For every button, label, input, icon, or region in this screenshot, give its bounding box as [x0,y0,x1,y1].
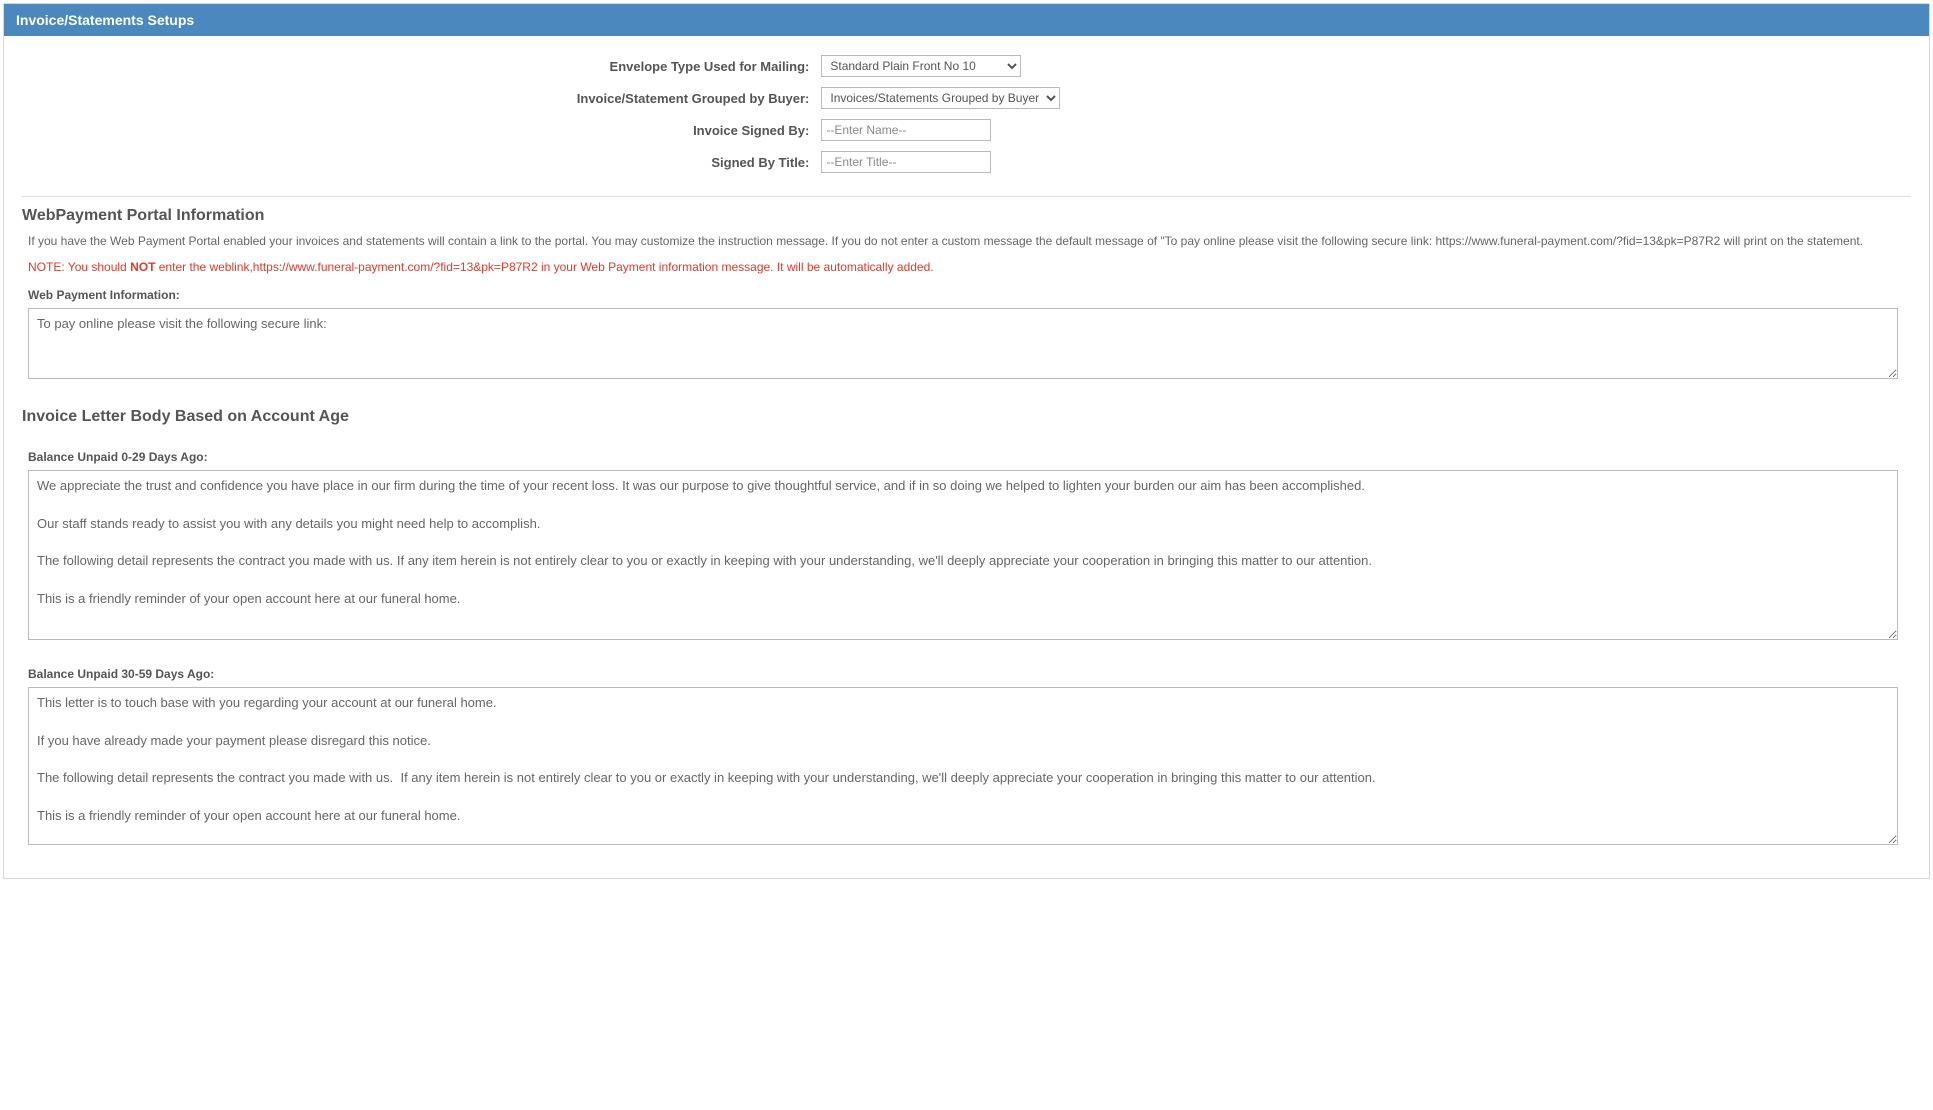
grouped-by-buyer-select[interactable]: Invoices/Statements Grouped by Buyer [821,87,1060,109]
envelope-type-label: Envelope Type Used for Mailing: [22,50,815,82]
web-payment-info-label: Web Payment Information: [28,288,1911,302]
balance-0-29-block: Balance Unpaid 0-29 Days Ago: [22,450,1911,643]
webpayment-warning-emphasis: NOT [130,260,155,274]
balance-30-59-label: Balance Unpaid 30-59 Days Ago: [28,667,1911,681]
signed-by-title-label: Signed By Title: [22,146,815,178]
webpayment-warning-prefix: NOTE: You should [28,260,130,274]
webpayment-warning: NOTE: You should NOT enter the weblink,h… [28,260,1911,274]
invoice-statements-setups-panel: Invoice/Statements Setups Envelope Type … [3,3,1930,879]
signed-by-title-input[interactable] [821,151,991,173]
panel-title: Invoice/Statements Setups [16,12,194,28]
balance-30-59-block: Balance Unpaid 30-59 Days Ago: [22,667,1911,848]
webpayment-warning-suffix: enter the weblink,https://www.funeral-pa… [155,260,933,274]
envelope-type-select[interactable]: Standard Plain Front No 10 [821,55,1021,77]
letter-body-section-title: Invoice Letter Body Based on Account Age [22,408,1911,426]
web-payment-info-textarea[interactable] [28,308,1898,379]
setup-form-table: Envelope Type Used for Mailing: Standard… [22,50,1911,178]
panel-body: Envelope Type Used for Mailing: Standard… [4,36,1929,878]
webpayment-section-title: WebPayment Portal Information [22,207,1911,225]
panel-header: Invoice/Statements Setups [4,4,1929,36]
grouped-by-buyer-label: Invoice/Statement Grouped by Buyer: [22,82,815,114]
invoice-signed-by-label: Invoice Signed By: [22,114,815,146]
invoice-signed-by-input[interactable] [821,119,991,141]
section-separator [22,196,1911,197]
balance-0-29-textarea[interactable] [28,470,1898,640]
webpayment-description: If you have the Web Payment Portal enabl… [28,233,1911,250]
balance-0-29-label: Balance Unpaid 0-29 Days Ago: [28,450,1911,464]
balance-30-59-textarea[interactable] [28,687,1898,845]
